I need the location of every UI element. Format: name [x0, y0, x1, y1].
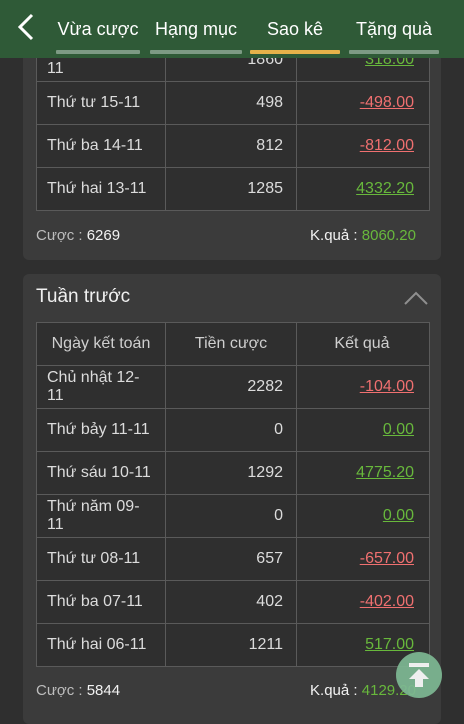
tab-statement[interactable]: Sao kê — [248, 0, 342, 58]
result-link[interactable]: -657.00 — [297, 538, 427, 580]
date-cell: Chủ nhật 12-11 — [37, 366, 166, 408]
bet-cell: 498 — [166, 82, 297, 124]
table-row[interactable]: Thứ tư 15-11 498 -498.00 — [37, 82, 429, 125]
bet-cell: 1211 — [166, 624, 297, 666]
result-link[interactable]: -812.00 — [297, 125, 427, 167]
table-row[interactable]: Thứ năm 09-11 0 0.00 — [37, 495, 429, 538]
bet-cell: 0 — [166, 409, 297, 451]
date-cell: Thứ hai 13-11 — [37, 168, 166, 210]
result-link[interactable]: -498.00 — [297, 82, 427, 124]
table-row[interactable]: Thứ sáu 10-11 1292 4775.20 — [37, 452, 429, 495]
date-cell: Thứ sáu 10-11 — [37, 452, 166, 494]
result-link[interactable]: -402.00 — [297, 581, 427, 623]
table-row[interactable]: Thứ ba 14-11 812 -812.00 — [37, 125, 429, 168]
tab-categories[interactable]: Hạng mục — [148, 0, 244, 58]
bet-total-value: 6269 — [86, 227, 121, 244]
date-cell: Thứ bảy 11-11 — [37, 409, 166, 451]
table-row[interactable]: Chủ nhật 12-11 2282 -104.00 — [37, 366, 429, 409]
tab-gifts[interactable]: Tặng quà — [347, 0, 441, 58]
chevron-left-icon — [17, 13, 34, 41]
bet-total-label: Cược : — [36, 227, 83, 244]
column-header-date: Ngày kết toán — [37, 323, 166, 365]
back-button[interactable] — [12, 12, 40, 42]
column-header-result: Kết quả — [334, 335, 390, 352]
result-link[interactable]: 0.00 — [297, 495, 427, 537]
date-cell: Thứ ba 07-11 — [37, 581, 166, 623]
result-total-label: K.quả : — [310, 227, 358, 244]
current-week-table: Thứ năm 16-11 1860 318.00 Thứ tư 15-11 4… — [36, 38, 430, 211]
tab-underline — [150, 50, 242, 54]
top-nav-bar: Vừa cược Hạng mục Sao kê Tặng quà — [0, 0, 464, 58]
date-cell: Thứ hai 06-11 — [37, 624, 166, 666]
result-link[interactable]: 4775.20 — [297, 452, 427, 494]
tab-label: Tặng quà — [355, 18, 433, 39]
table-row[interactable]: Thứ hai 13-11 1285 4332.20 — [37, 168, 429, 210]
scroll-to-top-button[interactable] — [396, 652, 442, 698]
bet-cell: 0 — [166, 495, 297, 537]
collapse-button[interactable] — [403, 290, 429, 311]
date-cell: Thứ ba 14-11 — [37, 125, 166, 167]
table-row[interactable]: Thứ hai 06-11 1211 517.00 — [37, 624, 429, 666]
result-link[interactable]: -104.00 — [297, 366, 427, 408]
date-cell: Thứ năm 09-11 — [37, 495, 166, 537]
table-row[interactable]: Thứ bảy 11-11 0 0.00 — [37, 409, 429, 452]
tab-underline-active — [250, 50, 340, 54]
chevron-up-icon — [404, 291, 428, 305]
bet-cell: 2282 — [166, 366, 297, 408]
section-title: Tuần trước — [36, 286, 131, 307]
date-cell: Thứ tư 15-11 — [37, 82, 166, 124]
result-total-value: 8060.20 — [361, 227, 416, 244]
result-link[interactable]: 0.00 — [297, 409, 427, 451]
bet-cell: 1292 — [166, 452, 297, 494]
week-summary: Cược : 5844 K.quả : 4129.20 — [36, 682, 428, 699]
tab-underline — [349, 50, 439, 54]
bet-cell: 812 — [166, 125, 297, 167]
table-header-row: Ngày kết toán Tiền cược Kết quả — [37, 323, 429, 366]
week-summary: Cược : 6269 K.quả : 8060.20 — [36, 227, 428, 244]
bet-cell: 657 — [166, 538, 297, 580]
column-header-bet: Tiền cược — [166, 323, 297, 365]
table-row[interactable]: Thứ tư 08-11 657 -657.00 — [37, 538, 429, 581]
bet-total-label: Cược : — [36, 682, 83, 699]
previous-week-card: Tuần trước Ngày kết toán Tiền cược Kết q… — [23, 274, 441, 724]
tab-recent-bets[interactable]: Vừa cược — [54, 0, 142, 58]
tab-label: Vừa cược — [57, 18, 139, 39]
tab-label: Sao kê — [266, 18, 324, 39]
bet-cell: 1285 — [166, 168, 297, 210]
date-cell: Thứ tư 08-11 — [37, 538, 166, 580]
previous-week-table: Ngày kết toán Tiền cược Kết quả Chủ nhật… — [36, 322, 430, 667]
arrow-up-to-top-icon — [409, 663, 429, 687]
tab-label: Hạng mục — [154, 18, 238, 39]
result-link[interactable]: 4332.20 — [297, 168, 427, 210]
result-total-label: K.quả : — [310, 682, 358, 699]
table-row[interactable]: Thứ ba 07-11 402 -402.00 — [37, 581, 429, 624]
tab-underline — [56, 50, 140, 54]
bet-cell: 402 — [166, 581, 297, 623]
bet-total-value: 5844 — [86, 682, 121, 699]
